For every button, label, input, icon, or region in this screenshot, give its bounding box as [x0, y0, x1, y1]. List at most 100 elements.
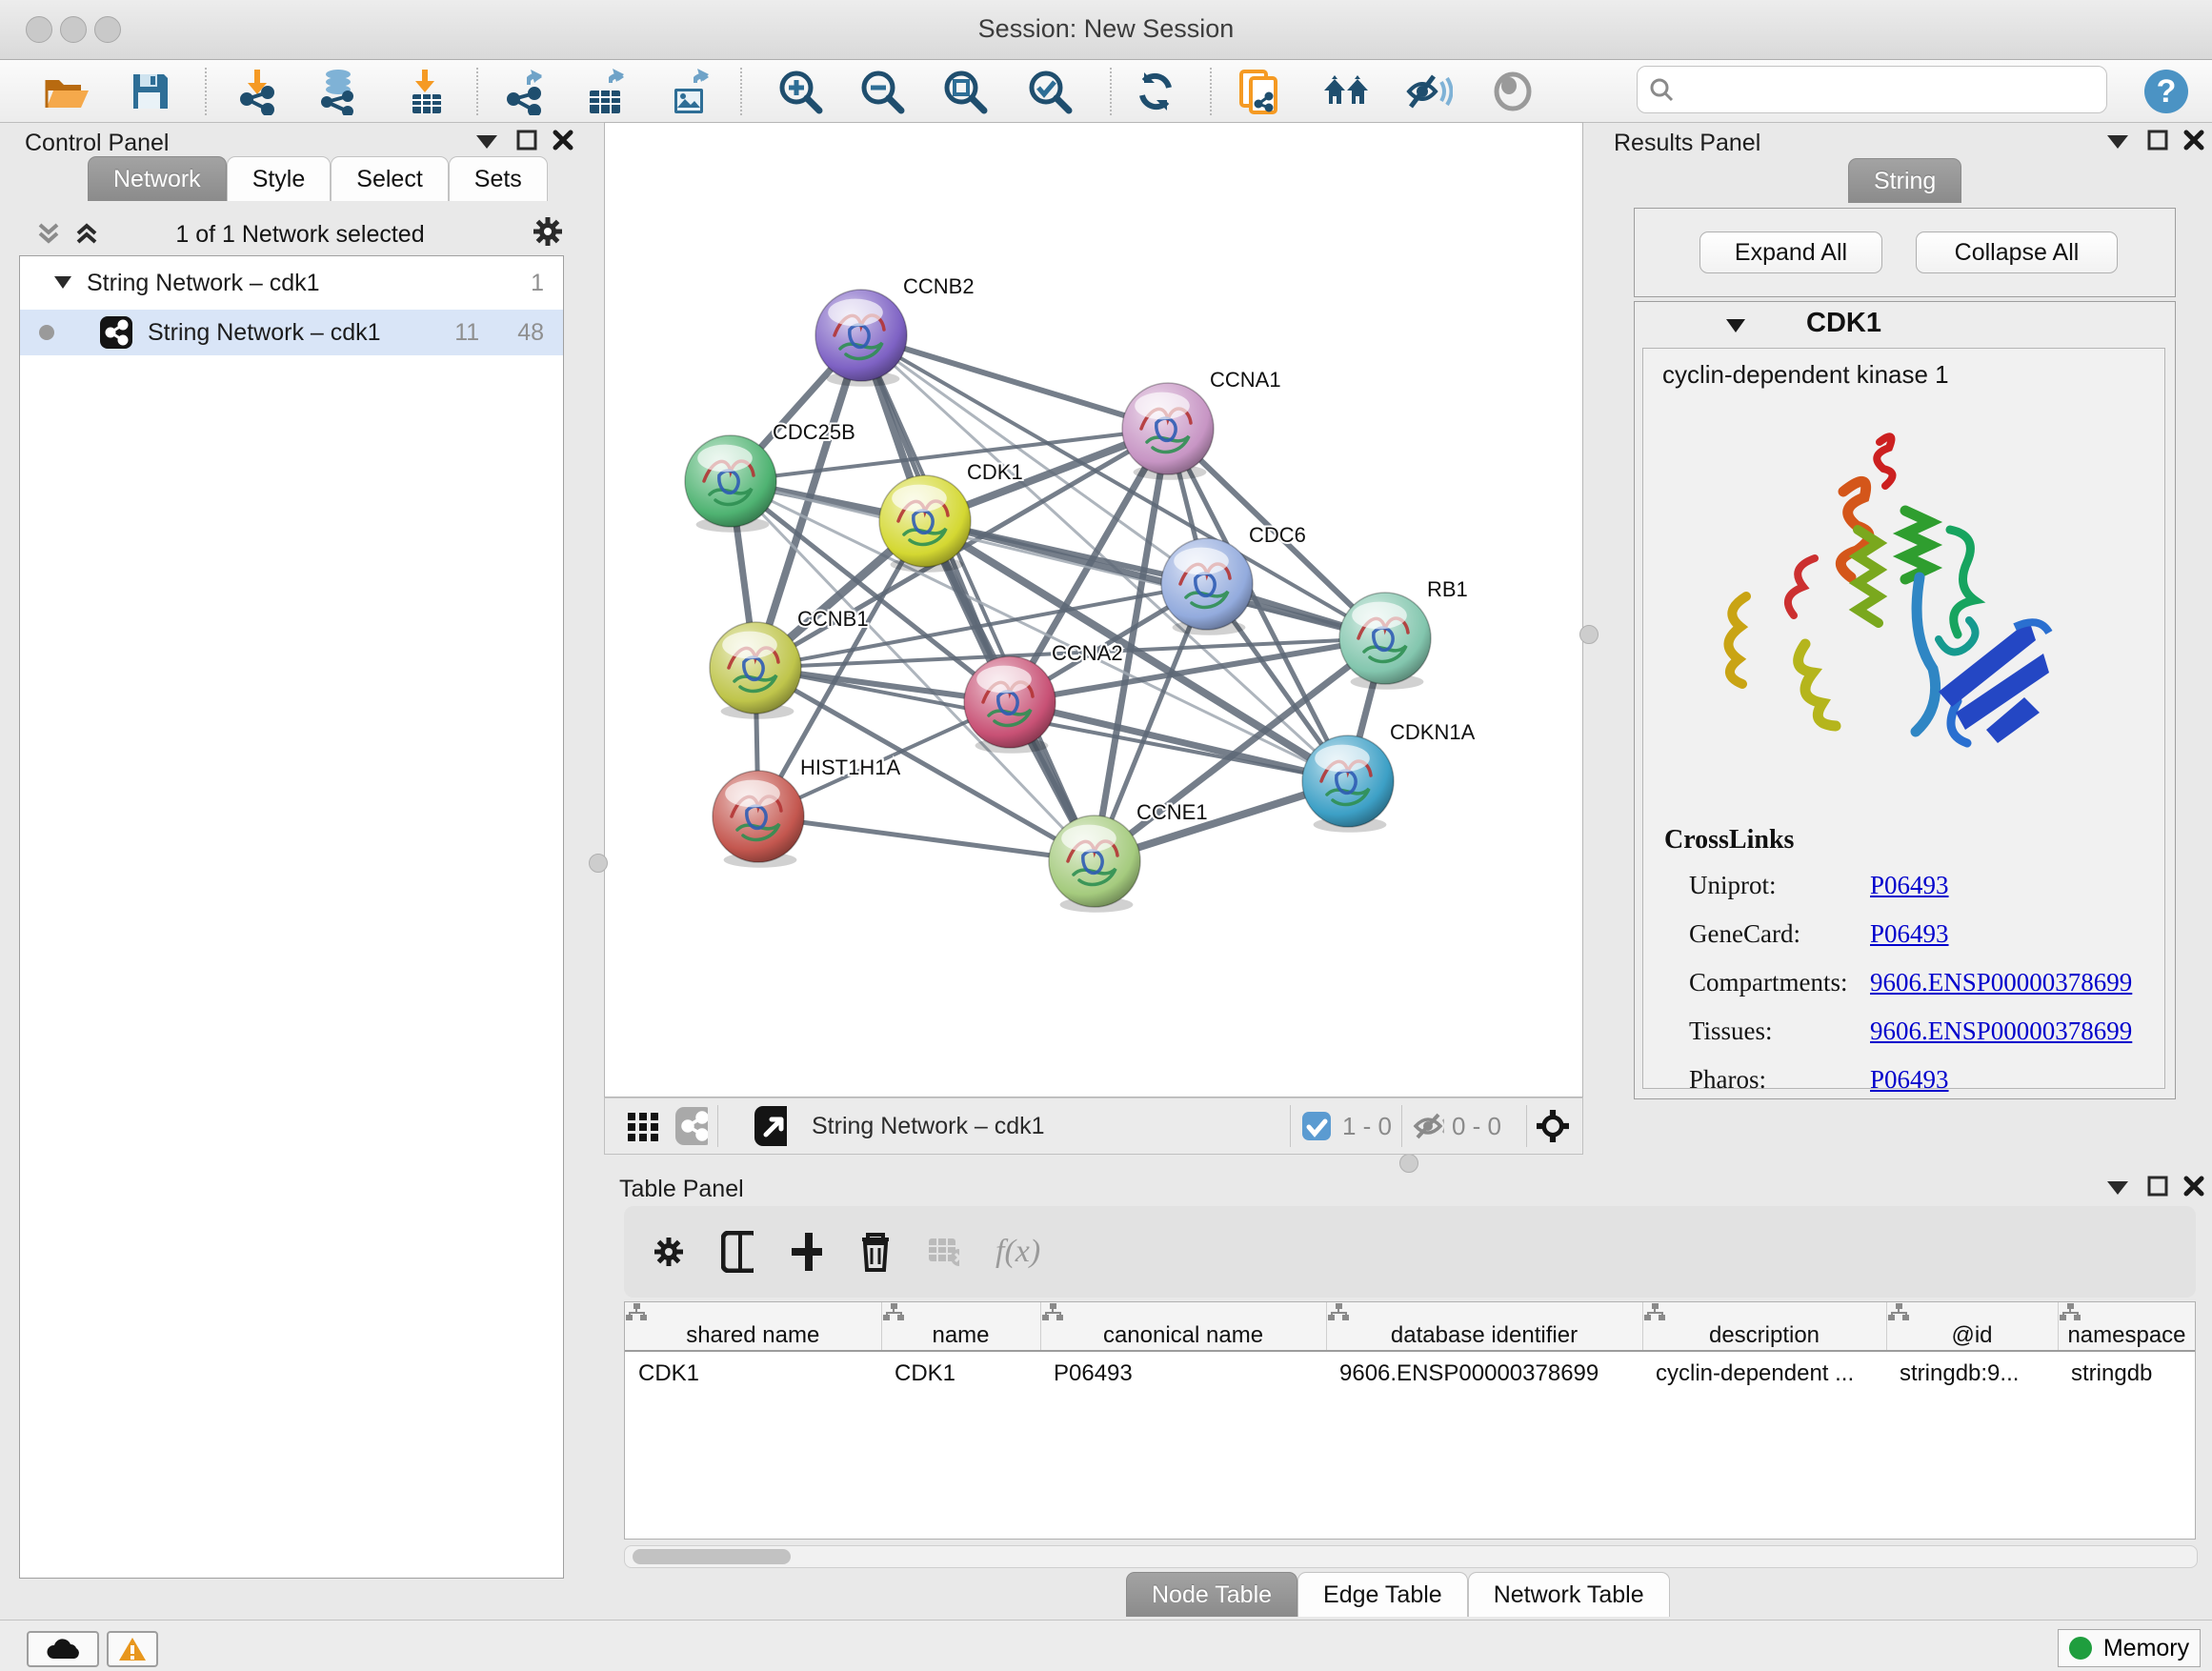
tab-string[interactable]: String: [1848, 158, 1961, 203]
network-edges[interactable]: [731, 335, 1385, 861]
table-panel-float-icon[interactable]: [2101, 1174, 2134, 1202]
node-RB1[interactable]: [1339, 593, 1431, 690]
birds-eye-view-icon[interactable]: [754, 1112, 787, 1140]
tab-sets[interactable]: Sets: [449, 156, 548, 201]
expand-all-button[interactable]: Expand All: [1699, 232, 1882, 273]
edge-CCNB2-CCNA1[interactable]: [861, 335, 1168, 429]
string-network-badge-icon[interactable]: [675, 1112, 708, 1140]
zoom-selected-icon[interactable]: [1025, 68, 1075, 115]
collapse-all-button[interactable]: Collapse All: [1916, 232, 2118, 273]
zoom-fit-icon[interactable]: [940, 68, 990, 115]
column-header-description[interactable]: description: [1642, 1302, 1886, 1351]
network-collection-row[interactable]: String Network – cdk1 1: [20, 256, 563, 304]
tab-network-table[interactable]: Network Table: [1468, 1572, 1670, 1617]
control-panel-close-icon[interactable]: [547, 126, 579, 154]
edge-HIST1H1A-CCNE1[interactable]: [758, 816, 1095, 861]
column-header-namespace[interactable]: namespace: [2058, 1302, 2196, 1351]
left-splitter-handle[interactable]: [589, 854, 608, 873]
crosslink-value-link[interactable]: 9606.ENSP00000378699: [1870, 1017, 2132, 1046]
table-cell[interactable]: cyclin-dependent ...: [1642, 1351, 1886, 1396]
table-cell[interactable]: P06493: [1040, 1351, 1326, 1396]
table-panel-close-icon[interactable]: [2178, 1172, 2210, 1200]
export-network-icon[interactable]: [500, 68, 550, 115]
cloud-status-button[interactable]: [27, 1631, 99, 1667]
tree-expander-icon[interactable]: [54, 276, 71, 290]
table-hscrollbar-thumb[interactable]: [633, 1549, 791, 1564]
column-header-database-identifier[interactable]: database identifier: [1326, 1302, 1642, 1351]
table-cell[interactable]: stringdb: [2058, 1351, 2196, 1396]
selected-checkbox-icon[interactable]: [1300, 1112, 1333, 1140]
column-header-shared-name[interactable]: shared name: [625, 1302, 881, 1351]
fit-selected-crosshair-icon[interactable]: [1537, 1112, 1569, 1140]
table-cell[interactable]: stringdb:9...: [1886, 1351, 2058, 1396]
hide-selected-icon[interactable]: [1403, 68, 1453, 115]
import-network-database-icon[interactable]: [313, 68, 363, 115]
add-column-icon[interactable]: [790, 1238, 822, 1266]
grid-view-icon[interactable]: [626, 1112, 658, 1140]
network-view-canvas[interactable]: CCNB2CCNA1CDC25BCDK1CDC6RB1CCNB1CCNA2CDK…: [604, 122, 1583, 1097]
table-cell[interactable]: 9606.ENSP00000378699: [1326, 1351, 1642, 1396]
tab-select[interactable]: Select: [331, 156, 448, 201]
tab-style[interactable]: Style: [227, 156, 332, 201]
help-icon[interactable]: ?: [2142, 68, 2191, 115]
node-CDC6[interactable]: [1161, 538, 1253, 635]
crosslink-value-link[interactable]: P06493: [1870, 1065, 1949, 1095]
tab-network[interactable]: Network: [88, 156, 227, 201]
node-HIST1H1A[interactable]: [713, 771, 804, 868]
memory-button[interactable]: Memory: [2058, 1629, 2201, 1667]
table-cell[interactable]: CDK1: [625, 1351, 881, 1396]
string-network-graph[interactable]: CCNB2CCNA1CDC25BCDK1CDC6RB1CCNB1CCNA2CDK…: [605, 123, 1582, 1097]
protein-structure-image[interactable]: [1700, 415, 2081, 796]
import-network-file-icon[interactable]: [233, 68, 283, 115]
network-row[interactable]: String Network – cdk1 11 48: [20, 310, 563, 355]
table-hscrollbar-track[interactable]: [624, 1545, 2198, 1568]
crosslink-value-link[interactable]: 9606.ENSP00000378699: [1870, 968, 2132, 997]
zoom-in-icon[interactable]: [775, 68, 825, 115]
protein-section-expander-icon[interactable]: [1726, 319, 1745, 333]
results-panel-close-icon[interactable]: [2178, 126, 2210, 154]
delete-column-icon[interactable]: [858, 1238, 891, 1266]
node-CCNE1[interactable]: [1049, 815, 1140, 913]
network-options-gear-icon[interactable]: [532, 217, 564, 246]
control-panel-float-icon[interactable]: [471, 128, 503, 156]
zoom-out-icon[interactable]: [857, 68, 907, 115]
results-panel-float-icon[interactable]: [2101, 128, 2134, 156]
table-cell[interactable]: CDK1: [881, 1351, 1040, 1396]
warning-status-button[interactable]: [107, 1631, 158, 1667]
results-panel-maximize-icon[interactable]: [2142, 126, 2174, 154]
crosslink-value-link[interactable]: P06493: [1870, 919, 1949, 949]
node-table[interactable]: shared namenamecanonical namedatabase id…: [625, 1302, 2196, 1396]
node-CDC25B[interactable]: [685, 435, 776, 533]
column-header-canonical-name[interactable]: canonical name: [1040, 1302, 1326, 1351]
duplicate-network-icon[interactable]: [1235, 68, 1284, 115]
edge-CDK1-RB1[interactable]: [925, 521, 1385, 638]
node-CDKN1A[interactable]: [1302, 735, 1394, 833]
show-columns-icon[interactable]: [721, 1238, 754, 1266]
control-panel-maximize-icon[interactable]: [511, 126, 543, 154]
table-settings-gear-icon[interactable]: [653, 1238, 685, 1266]
open-session-icon[interactable]: [42, 68, 91, 115]
import-table-file-icon[interactable]: [401, 68, 451, 115]
refresh-icon[interactable]: [1131, 68, 1180, 115]
export-table-icon[interactable]: [582, 68, 632, 115]
first-neighbors-icon[interactable]: [1321, 68, 1371, 115]
save-session-icon[interactable]: [126, 68, 175, 115]
svg-text:?: ?: [2157, 73, 2177, 110]
search-input[interactable]: [1683, 75, 2095, 104]
node-CCNB1[interactable]: [710, 622, 801, 719]
hidden-eye-slash-icon[interactable]: [1412, 1112, 1444, 1140]
crosslink-value-link[interactable]: P06493: [1870, 871, 1949, 900]
table-panel-maximize-icon[interactable]: [2142, 1172, 2174, 1200]
node-CDK1[interactable]: [879, 475, 971, 573]
node-CCNA1[interactable]: [1122, 383, 1214, 480]
tab-node-table[interactable]: Node Table: [1126, 1572, 1297, 1617]
edge-CCNB2-CCNE1[interactable]: [861, 335, 1095, 861]
column-header-name[interactable]: name: [881, 1302, 1040, 1351]
column-header--id[interactable]: @id: [1886, 1302, 2058, 1351]
show-all-icon[interactable]: [1488, 68, 1538, 115]
cloud-icon: [44, 1638, 82, 1661]
export-image-icon[interactable]: [667, 68, 716, 115]
control-panel-tabs: NetworkStyleSelectSets: [88, 156, 548, 201]
tab-edge-table[interactable]: Edge Table: [1297, 1572, 1468, 1617]
table-row[interactable]: CDK1CDK1P064939606.ENSP00000378699cyclin…: [625, 1351, 2196, 1396]
